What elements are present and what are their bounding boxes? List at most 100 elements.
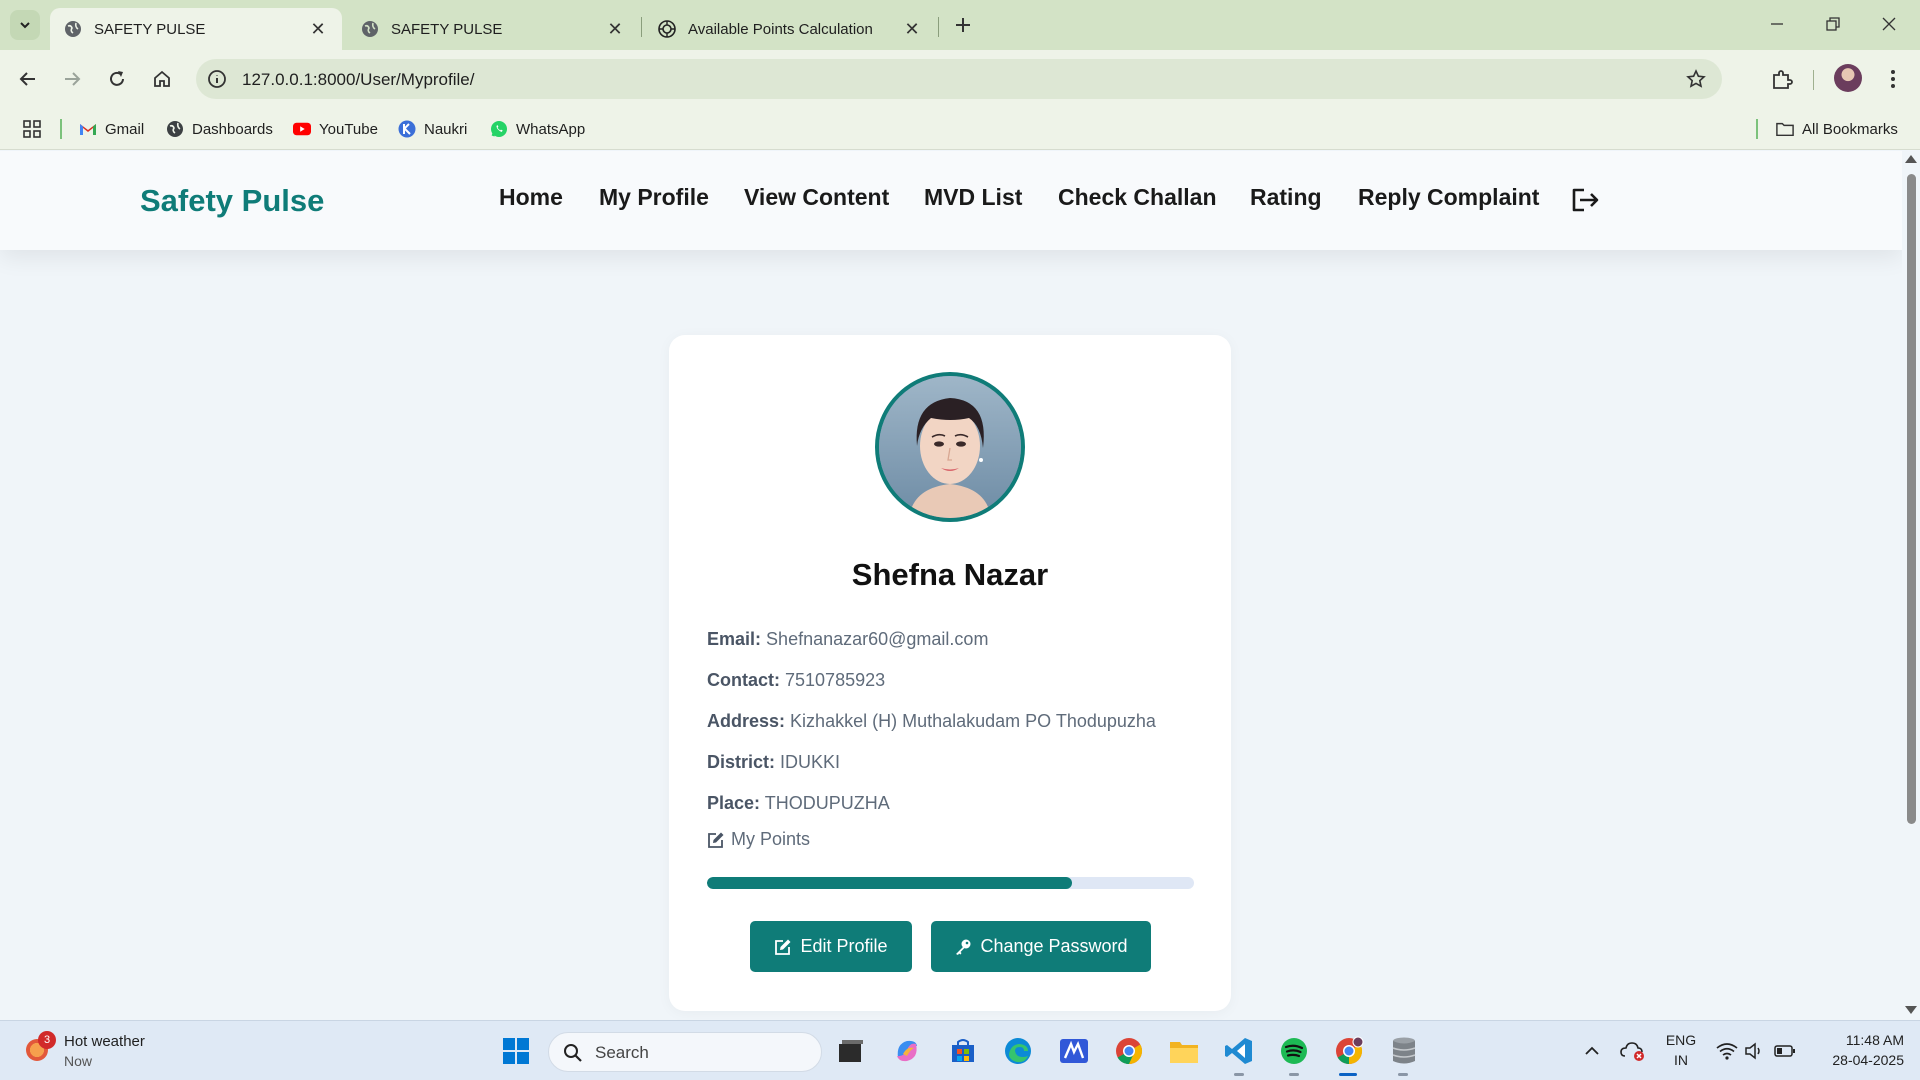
change-password-button[interactable]: Change Password	[931, 921, 1151, 972]
spotify-icon	[1281, 1038, 1307, 1064]
browser-tab-1[interactable]: SAFETY PULSE ✕	[50, 8, 342, 50]
vs-code-button[interactable]	[1223, 1035, 1255, 1067]
chrome-menu-button[interactable]	[1880, 64, 1906, 94]
start-button[interactable]	[500, 1035, 532, 1067]
nav-reply-complaint[interactable]: Reply Complaint	[1358, 184, 1539, 211]
bookmarks-bar: Gmail Dashboards YouTube Naukri WhatsApp…	[0, 108, 1920, 150]
tab-divider	[938, 17, 939, 37]
chrome-icon	[1336, 1036, 1364, 1065]
microsoft-store-button[interactable]	[947, 1035, 979, 1067]
battery-status[interactable]	[1774, 1039, 1796, 1063]
tab-search-button[interactable]	[10, 10, 40, 40]
wifi-status[interactable]	[1716, 1039, 1738, 1063]
nav-my-profile[interactable]: My Profile	[599, 184, 709, 211]
copilot-button[interactable]	[891, 1035, 923, 1067]
edge-icon	[1005, 1038, 1031, 1064]
bookmark-label: Gmail	[105, 120, 145, 138]
scroll-thumb[interactable]	[1907, 174, 1916, 824]
page-scrollbar[interactable]	[1902, 151, 1920, 1020]
nav-view-content[interactable]: View Content	[744, 184, 889, 211]
all-bookmarks-button[interactable]: All Bookmarks	[1776, 119, 1898, 139]
extensions-button[interactable]	[1767, 64, 1797, 94]
openai-icon	[658, 20, 676, 38]
scroll-down-arrow[interactable]	[1905, 1006, 1917, 1014]
my-points-link[interactable]: My Points	[707, 829, 810, 850]
nav-rating[interactable]: Rating	[1250, 184, 1322, 211]
volume-status[interactable]	[1744, 1039, 1764, 1063]
bookmark-dashboards[interactable]: Dashboards	[166, 119, 273, 139]
field-label: Contact:	[707, 670, 780, 690]
windows-logo-icon	[503, 1038, 529, 1064]
minimize-button[interactable]	[1754, 8, 1800, 40]
reload-button[interactable]	[101, 63, 133, 95]
close-tab-icon[interactable]: ✕	[308, 19, 328, 39]
clock-date: 28-04-2025	[1832, 1052, 1904, 1068]
site-info-icon[interactable]	[204, 66, 230, 92]
edge-button[interactable]	[1002, 1035, 1034, 1067]
edit-profile-button[interactable]: Edit Profile	[750, 921, 912, 972]
points-progress-fill	[707, 877, 1073, 889]
close-tab-icon[interactable]: ✕	[902, 19, 922, 39]
home-button[interactable]	[146, 63, 178, 95]
folder-icon	[1170, 1042, 1198, 1063]
show-hidden-icons-button[interactable]	[1582, 1039, 1602, 1063]
new-tab-button[interactable]	[950, 12, 976, 38]
back-button[interactable]	[12, 63, 44, 95]
bookmark-divider	[1756, 119, 1758, 139]
apps-grid-icon[interactable]	[22, 119, 42, 139]
browser-tab-3[interactable]: Available Points Calculation ✕	[644, 8, 936, 50]
weather-widget[interactable]: 3 Hot weather Now	[24, 1031, 184, 1071]
clock-time: 11:48 AM	[1845, 1032, 1904, 1048]
site-brand[interactable]: Safety Pulse	[140, 183, 324, 219]
weather-title: Hot weather	[64, 1033, 145, 1050]
logout-icon[interactable]	[1570, 185, 1602, 215]
url-text[interactable]: 127.0.0.1:8000/User/Myprofile/	[242, 70, 474, 90]
bookmark-whatsapp[interactable]: WhatsApp	[490, 119, 585, 139]
bookmark-naukri[interactable]: Naukri	[398, 119, 467, 139]
task-view-button[interactable]	[835, 1035, 867, 1067]
active-app-indicator	[1339, 1073, 1357, 1076]
address-bar[interactable]: 127.0.0.1:8000/User/Myprofile/	[196, 59, 1722, 99]
search-icon	[563, 1043, 583, 1063]
chrome-button[interactable]	[1113, 1035, 1145, 1067]
spotify-button[interactable]	[1278, 1035, 1310, 1067]
vscode-icon	[1225, 1038, 1252, 1064]
browser-tab-2[interactable]: SAFETY PULSE ✕	[347, 8, 639, 50]
profile-avatar[interactable]	[1834, 64, 1862, 92]
toolbar-divider	[1813, 70, 1814, 90]
close-tab-icon[interactable]: ✕	[605, 19, 625, 39]
arrow-left-icon	[19, 72, 35, 86]
bookmark-star-icon[interactable]	[1684, 67, 1708, 91]
vs-code-insiders-button[interactable]	[1058, 1035, 1090, 1067]
field-label: Address:	[707, 711, 786, 731]
scroll-up-arrow[interactable]	[1905, 155, 1917, 163]
puzzle-icon	[1773, 70, 1793, 89]
onedrive-status-button[interactable]	[1620, 1039, 1646, 1063]
input-language-indicator[interactable]: ENG IN	[1663, 1030, 1699, 1070]
field-value: THODUPUZHA	[764, 793, 890, 813]
bookmark-youtube[interactable]: YouTube	[293, 119, 378, 139]
bookmark-label: YouTube	[319, 120, 378, 138]
chrome-profile-button[interactable]	[1333, 1035, 1365, 1067]
nav-check-challan[interactable]: Check Challan	[1058, 184, 1217, 211]
close-window-button[interactable]	[1866, 8, 1912, 40]
bookmark-gmail[interactable]: Gmail	[79, 119, 144, 139]
system-clock[interactable]: 11:48 AM 28-04-2025	[1812, 1030, 1904, 1070]
bookmark-label: WhatsApp	[516, 120, 586, 138]
nav-home[interactable]: Home	[499, 184, 563, 211]
tab-title: Available Points Calculation	[688, 20, 873, 38]
speaker-icon	[1745, 1042, 1760, 1060]
battery-icon	[1774, 1045, 1795, 1057]
field-label: Place:	[707, 793, 761, 813]
forward-button[interactable]	[56, 63, 88, 95]
task-view-icon	[839, 1040, 863, 1062]
database-app-button[interactable]	[1388, 1035, 1420, 1067]
taskbar-search[interactable]: Search	[548, 1032, 822, 1072]
file-explorer-button[interactable]	[1168, 1035, 1200, 1067]
home-icon	[154, 70, 170, 87]
my-points-label: My Points	[731, 829, 811, 849]
edit-icon	[774, 938, 792, 956]
nav-mvd-list[interactable]: MVD List	[924, 184, 1022, 211]
restore-button[interactable]	[1810, 8, 1856, 40]
weather-subtitle: Now	[64, 1053, 93, 1069]
